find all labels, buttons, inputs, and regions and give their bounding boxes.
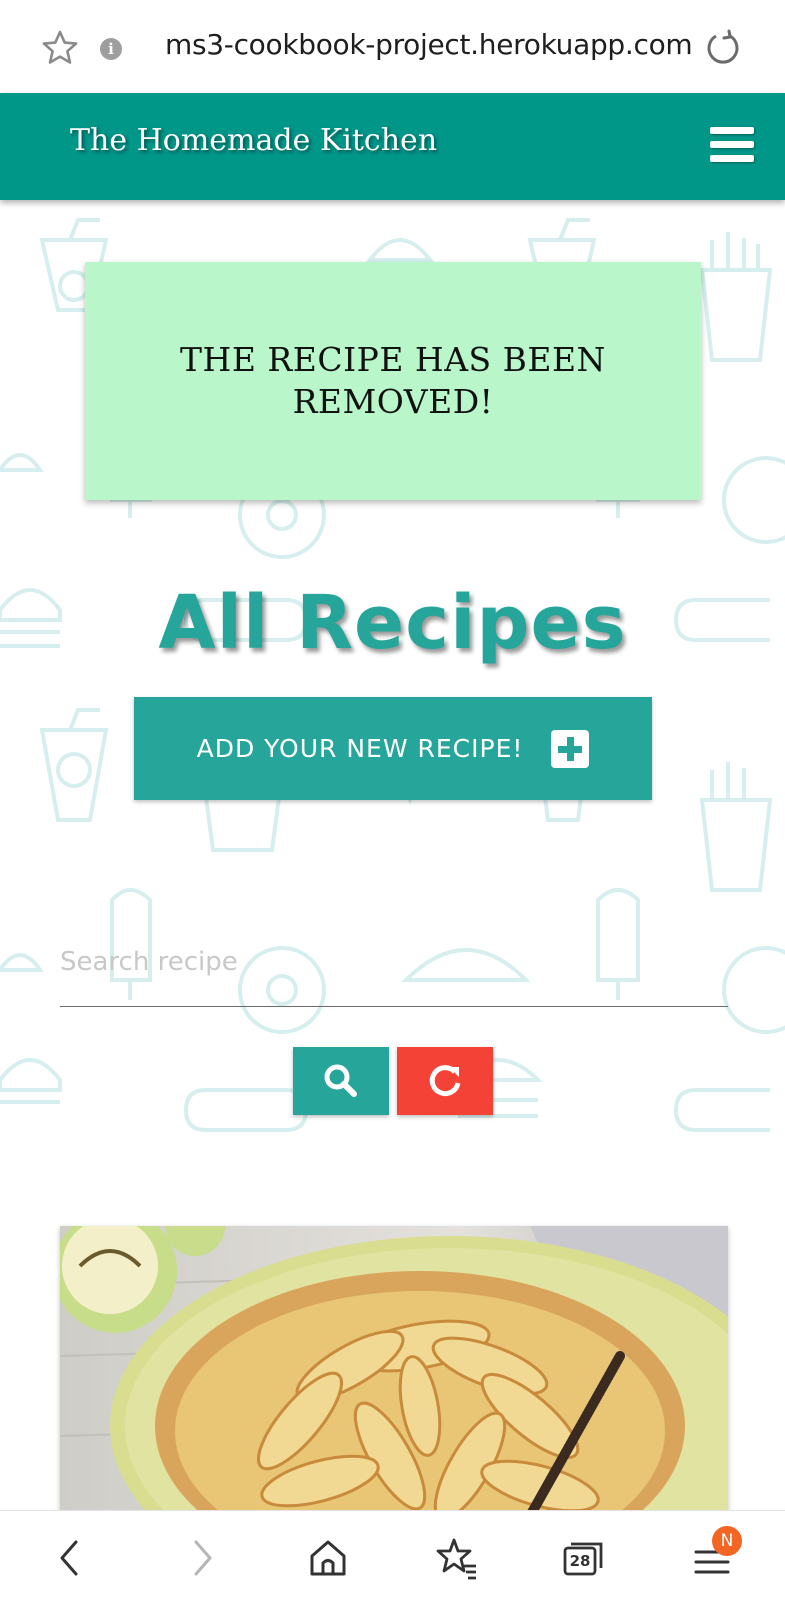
url-text[interactable]: ms3-cookbook-project.herokuapp.com (165, 28, 693, 61)
brand-logo[interactable]: The Homemade Kitchen (70, 123, 437, 158)
back-icon[interactable] (48, 1536, 92, 1580)
forward-icon[interactable] (180, 1536, 224, 1580)
page-title: All Recipes (158, 580, 627, 666)
site-navbar: The Homemade Kitchen (0, 93, 785, 200)
search-field (60, 927, 728, 1007)
apple-tart-image (60, 1226, 728, 1510)
add-recipe-button[interactable]: ADD YOUR NEW RECIPE! (134, 697, 652, 800)
add-recipe-label: ADD YOUR NEW RECIPE! (196, 734, 524, 763)
bookmarks-icon[interactable] (434, 1536, 478, 1580)
info-icon[interactable]: i (100, 38, 122, 60)
search-button[interactable] (293, 1047, 389, 1115)
redo-icon (429, 1065, 461, 1097)
recipe-card-image[interactable] (60, 1226, 728, 1510)
reload-icon[interactable] (703, 28, 743, 68)
hamburger-icon[interactable] (710, 127, 754, 165)
plus-square-icon (551, 729, 590, 768)
flash-message-text: THE RECIPE HAS BEEN REMOVED! (180, 340, 606, 421)
search-icon (324, 1064, 357, 1097)
search-input[interactable] (60, 927, 728, 997)
tabs-icon[interactable]: 28 (561, 1536, 605, 1580)
reset-button[interactable] (397, 1047, 493, 1115)
star-icon[interactable] (40, 28, 80, 68)
browser-bottom-bar: 28 N (0, 1510, 785, 1600)
main-content: THE RECIPE HAS BEEN REMOVED! All Recipes… (0, 200, 785, 1510)
flash-message: THE RECIPE HAS BEEN REMOVED! (85, 262, 701, 500)
home-icon[interactable] (306, 1536, 350, 1580)
tab-count: 28 (569, 1552, 591, 1570)
notification-badge: N (712, 1526, 742, 1556)
browser-url-bar: i ms3-cookbook-project.herokuapp.com (0, 0, 785, 93)
